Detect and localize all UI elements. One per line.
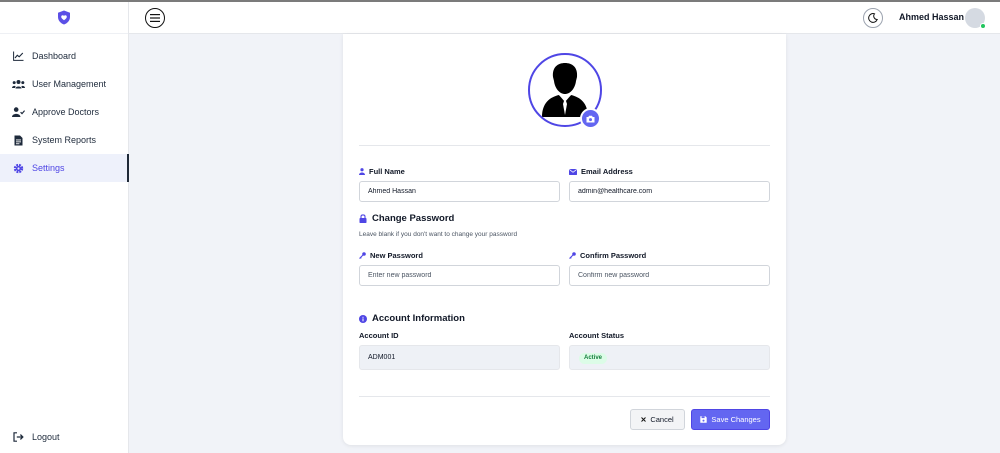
theme-toggle-button[interactable]	[863, 8, 883, 28]
sidebar: Dashboard User Management Approve Doctor…	[0, 2, 129, 453]
sidebar-item-label: System Reports	[32, 135, 97, 145]
user-icon	[359, 168, 365, 175]
user-check-icon	[12, 106, 25, 119]
gear-icon	[12, 162, 25, 175]
lock-icon	[359, 214, 367, 223]
close-icon	[641, 417, 647, 422]
shield-heart-icon	[58, 10, 70, 25]
change-password-title: Change Password	[359, 213, 454, 224]
key-icon	[569, 252, 576, 259]
moon-icon	[868, 13, 878, 23]
sidebar-item-settings[interactable]: Settings	[0, 154, 129, 182]
sidebar-nav: Dashboard User Management Approve Doctor…	[0, 42, 129, 182]
section-divider	[359, 145, 770, 146]
full-name-input[interactable]	[359, 181, 560, 202]
camera-icon	[586, 115, 595, 122]
envelope-icon	[569, 168, 577, 175]
status-badge: Active	[579, 353, 608, 364]
account-id-field	[359, 345, 560, 370]
top-header: Ahmed Hassan	[129, 2, 1000, 34]
sidebar-item-approve-doctors[interactable]: Approve Doctors	[0, 98, 128, 126]
change-password-hint: Leave blank if you don't want to change …	[359, 231, 518, 238]
sidebar-item-label: Dashboard	[32, 51, 77, 61]
sidebar-item-label: User Management	[32, 79, 107, 89]
report-icon	[12, 134, 25, 147]
cancel-button[interactable]: Cancel	[630, 409, 685, 430]
sidebar-item-user-management[interactable]: User Management	[0, 70, 128, 98]
brand[interactable]	[0, 2, 128, 34]
footer-divider	[359, 396, 770, 397]
account-info-title: Account Information	[359, 313, 465, 324]
account-status-label: Account Status	[569, 331, 625, 340]
email-input[interactable]	[569, 181, 770, 202]
change-photo-button[interactable]	[580, 108, 601, 129]
online-status-dot	[980, 23, 986, 29]
account-id-label: Account ID	[359, 331, 399, 340]
chart-line-icon	[12, 50, 25, 63]
sidebar-item-system-reports[interactable]: System Reports	[0, 126, 128, 154]
hamburger-icon	[150, 14, 160, 22]
confirm-password-label: Confirm Password	[569, 251, 646, 260]
new-password-label: New Password	[359, 251, 423, 260]
account-status-field: Active	[569, 345, 770, 370]
info-icon	[359, 314, 367, 323]
logout-button[interactable]: Logout	[0, 423, 128, 451]
logout-icon	[12, 431, 25, 444]
sidebar-item-label: Settings	[32, 163, 65, 173]
save-icon	[700, 416, 708, 423]
key-icon	[359, 252, 366, 259]
confirm-password-input[interactable]	[569, 265, 770, 286]
sidebar-item-label: Approve Doctors	[32, 107, 100, 117]
logout-label: Logout	[32, 432, 60, 442]
save-button[interactable]: Save Changes	[691, 409, 770, 430]
full-name-label: Full Name	[359, 167, 405, 176]
profile-settings-card: Full Name Email Address Change Password …	[343, 34, 786, 445]
email-label: Email Address	[569, 167, 633, 176]
new-password-input[interactable]	[359, 265, 560, 286]
user-name[interactable]: Ahmed Hassan	[899, 12, 964, 22]
menu-toggle-button[interactable]	[145, 8, 165, 28]
sidebar-item-dashboard[interactable]: Dashboard	[0, 42, 128, 70]
users-icon	[12, 78, 25, 91]
